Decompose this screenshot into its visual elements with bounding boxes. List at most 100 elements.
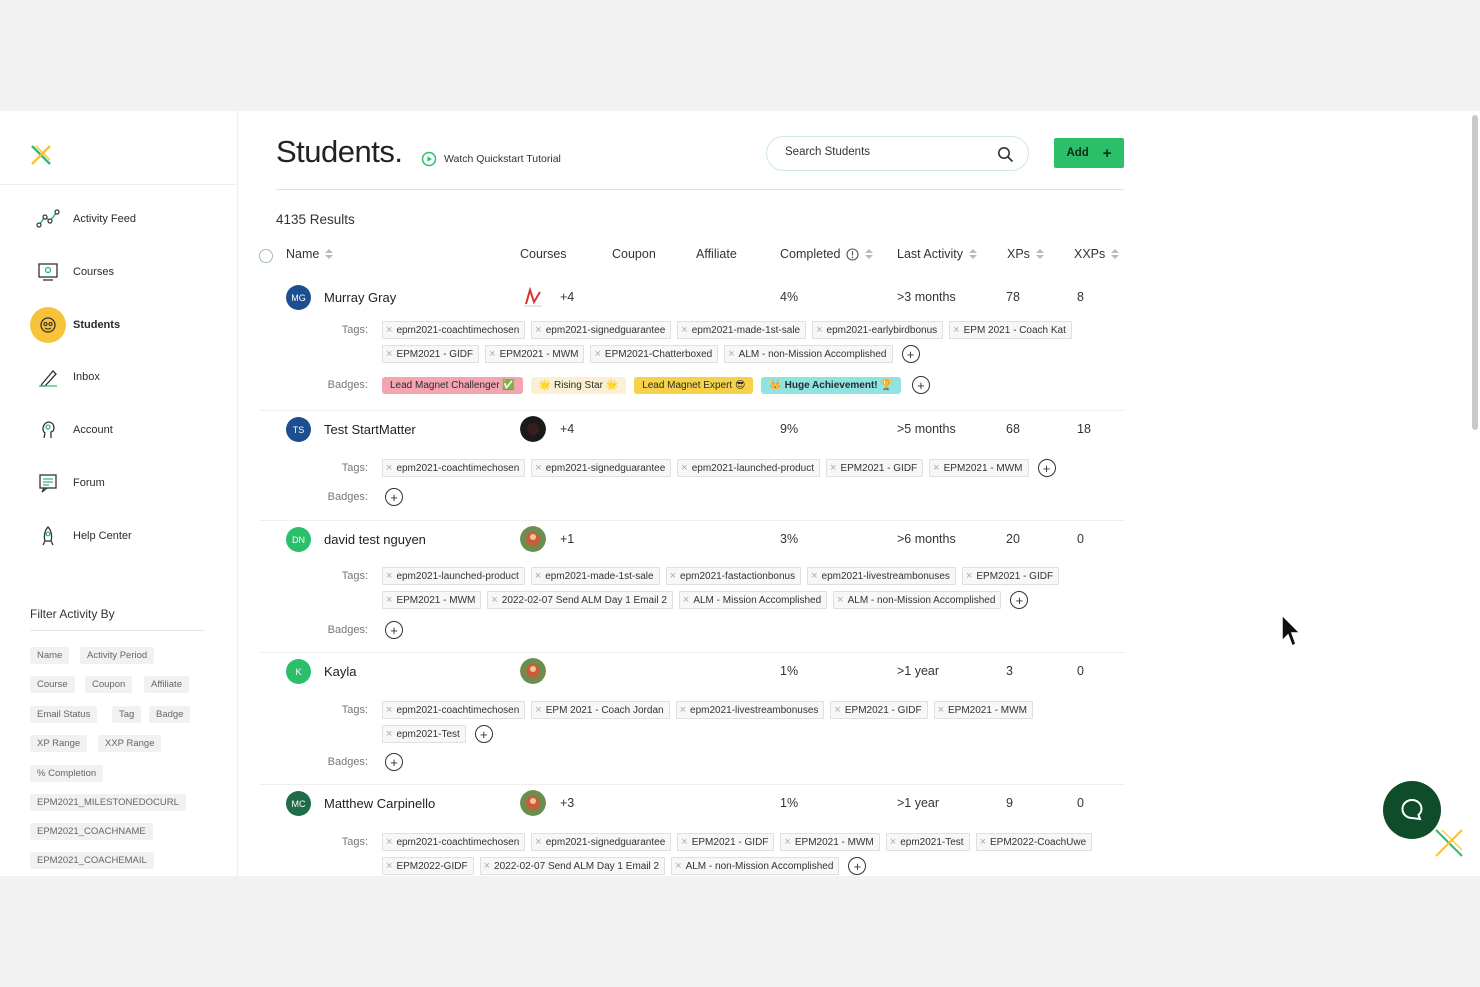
search-box[interactable] [766, 136, 1029, 171]
remove-tag-icon[interactable]: × [484, 860, 490, 872]
remove-tag-icon[interactable]: × [980, 836, 986, 848]
column-header-xps[interactable]: XPs [1007, 247, 1044, 261]
column-header-xxps[interactable]: XXPs [1074, 247, 1120, 261]
add-tag-button[interactable]: + [848, 857, 867, 875]
remove-tag-icon[interactable]: × [386, 324, 392, 336]
remove-tag-icon[interactable]: × [837, 594, 843, 606]
student-row[interactable]: TS Test StartMatter +4 9% >5 months 68 18 Tags:… [260, 411, 1125, 521]
remove-tag-icon[interactable]: × [386, 348, 392, 360]
filter-chip[interactable]: EPM2021_COACHEMAIL [30, 852, 154, 869]
remove-tag-icon[interactable]: × [386, 836, 392, 848]
course-thumbnail[interactable] [520, 526, 546, 552]
filter-chip[interactable]: Badge [149, 706, 191, 723]
add-student-button[interactable]: Add + [1054, 138, 1124, 168]
remove-tag-icon[interactable]: × [681, 324, 687, 336]
search-icon[interactable] [997, 146, 1014, 163]
brand-logo-icon[interactable] [30, 144, 52, 166]
more-courses-count[interactable]: +1 [560, 532, 574, 546]
remove-tag-icon[interactable]: × [491, 594, 497, 606]
select-all-checkbox[interactable] [259, 249, 273, 263]
sidebar-item-courses[interactable]: Courses [30, 254, 230, 290]
column-header-name[interactable]: Name [286, 247, 334, 261]
remove-tag-icon[interactable]: × [386, 462, 392, 474]
student-row[interactable]: DN david test nguyen +1 3% >6 months 20 0 Tags:… [260, 521, 1125, 653]
column-header-completed[interactable]: Completed [780, 247, 874, 261]
student-row[interactable]: MG Murray Gray +4 4% >3 months 78 8 Tags: × epm20… [260, 279, 1125, 411]
course-thumbnail[interactable] [520, 658, 546, 684]
avatar[interactable]: MC [286, 791, 311, 816]
filter-chip[interactable]: Email Status [30, 706, 98, 723]
add-tag-button[interactable]: + [901, 345, 920, 363]
remove-tag-icon[interactable]: × [670, 570, 676, 582]
student-row[interactable]: K Kayla 1% >1 year 3 0 Tags: × epm2021-coachtime… [260, 653, 1125, 785]
remove-tag-icon[interactable]: × [386, 860, 392, 872]
quickstart-tutorial-link[interactable]: Watch Quickstart Tutorial [421, 151, 561, 167]
add-badge-button[interactable]: + [385, 488, 403, 506]
sidebar-item-activity-feed[interactable]: Activity Feed [30, 201, 230, 237]
avatar[interactable]: MG [286, 285, 311, 310]
remove-tag-icon[interactable]: × [675, 860, 681, 872]
filter-chip[interactable]: XXP Range [98, 735, 162, 752]
student-name[interactable]: Matthew Carpinello [324, 796, 435, 811]
student-row[interactable]: MC Matthew Carpinello +3 1% >1 year 9 0 Tags: × e… [260, 785, 1125, 876]
remove-tag-icon[interactable]: × [830, 462, 836, 474]
more-courses-count[interactable]: +4 [560, 422, 574, 436]
remove-tag-icon[interactable]: × [386, 594, 392, 606]
remove-tag-icon[interactable]: × [681, 836, 687, 848]
sort-icon[interactable] [325, 249, 334, 259]
sort-icon[interactable] [1035, 249, 1044, 259]
search-input[interactable] [785, 146, 985, 158]
remove-tag-icon[interactable]: × [386, 728, 392, 740]
remove-tag-icon[interactable]: × [933, 462, 939, 474]
student-name[interactable]: Murray Gray [324, 290, 396, 305]
sidebar-item-students[interactable]: Students [30, 307, 230, 343]
sort-icon[interactable] [969, 249, 977, 259]
remove-tag-icon[interactable]: × [784, 836, 790, 848]
sort-icon[interactable] [1111, 249, 1120, 259]
filter-chip[interactable]: Name [30, 647, 70, 664]
remove-tag-icon[interactable]: × [890, 836, 896, 848]
add-tag-button[interactable]: + [474, 725, 493, 743]
sidebar-item-account[interactable]: Account [30, 412, 230, 448]
filter-chip[interactable]: Affiliate [144, 676, 189, 693]
student-name[interactable]: david test nguyen [324, 532, 426, 547]
avatar[interactable]: K [286, 659, 311, 684]
add-tag-button[interactable]: + [1037, 459, 1056, 477]
add-tag-button[interactable]: + [1010, 591, 1029, 609]
filter-chip[interactable]: Coupon [85, 676, 133, 693]
filter-chip[interactable]: EPM2021_COACHNAME [30, 823, 153, 840]
remove-tag-icon[interactable]: × [953, 324, 959, 336]
avatar[interactable]: DN [286, 527, 311, 552]
info-icon[interactable] [846, 247, 860, 261]
column-header-last-activity[interactable]: Last Activity [897, 247, 977, 261]
scrollbar[interactable] [1472, 115, 1478, 430]
avatar[interactable]: TS [286, 417, 311, 442]
remove-tag-icon[interactable]: × [386, 704, 392, 716]
remove-tag-icon[interactable]: × [535, 836, 541, 848]
remove-tag-icon[interactable]: × [535, 462, 541, 474]
more-courses-count[interactable]: +3 [560, 796, 574, 810]
remove-tag-icon[interactable]: × [386, 570, 392, 582]
remove-tag-icon[interactable]: × [535, 324, 541, 336]
remove-tag-icon[interactable]: × [535, 704, 541, 716]
remove-tag-icon[interactable]: × [594, 348, 600, 360]
remove-tag-icon[interactable]: × [680, 704, 686, 716]
more-courses-count[interactable]: +4 [560, 290, 574, 304]
sidebar-item-inbox[interactable]: Inbox [30, 359, 230, 395]
filter-chip[interactable]: Tag [112, 706, 142, 723]
student-name[interactable]: Test StartMatter [324, 422, 416, 437]
remove-tag-icon[interactable]: × [834, 704, 840, 716]
remove-tag-icon[interactable]: × [811, 570, 817, 582]
remove-tag-icon[interactable]: × [535, 570, 541, 582]
filter-chip[interactable]: % Completion [30, 765, 104, 782]
sort-icon[interactable] [865, 249, 874, 259]
filter-chip[interactable]: Course [30, 676, 75, 693]
remove-tag-icon[interactable]: × [938, 704, 944, 716]
remove-tag-icon[interactable]: × [816, 324, 822, 336]
remove-tag-icon[interactable]: × [681, 462, 687, 474]
add-badge-button[interactable]: + [385, 621, 403, 639]
filter-chip[interactable]: EPM2021_MILESTONEDOCURL [30, 794, 186, 811]
add-badge-button[interactable]: + [911, 376, 930, 394]
course-thumbnail[interactable] [520, 790, 546, 816]
course-thumbnail[interactable] [520, 416, 546, 442]
